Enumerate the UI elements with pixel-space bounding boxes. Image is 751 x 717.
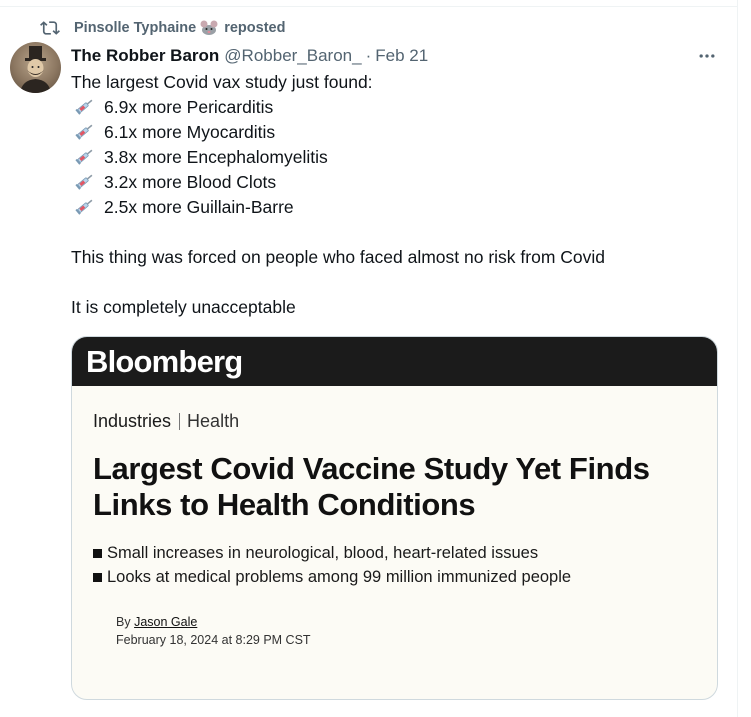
syringe-icon (74, 147, 96, 165)
separator-dot: · (365, 46, 372, 65)
article-headline: Largest Covid Vaccine Study Yet Finds Li… (93, 451, 713, 523)
repost-header: Pinsolle Typhaine reposted (40, 17, 285, 39)
tweet-text: The largest Covid vax study just found: … (71, 70, 711, 320)
finding-text: 3.2x more Blood Clots (104, 172, 277, 192)
repost-label: reposted (224, 20, 286, 36)
bullet-text: Small increases in neurological, blood, … (107, 544, 539, 562)
tweet-paragraph-3: It is completely unacceptable (71, 297, 296, 317)
finding-text: 6.1x more Myocarditis (104, 122, 276, 142)
finding-text: 6.9x more Pericarditis (104, 97, 274, 117)
finding-text: 3.8x more Encephalomyelitis (104, 147, 328, 167)
article-byline: By Jason Gale February 18, 2024 at 8:29 … (116, 613, 311, 649)
finding-text: 2.5x more Guillain-Barre (104, 197, 294, 217)
finding-item: 6.1x more Myocarditis (71, 120, 711, 145)
article-section: Industries Health (93, 411, 239, 432)
tweet[interactable]: Pinsolle Typhaine reposted The Robber Ba… (0, 0, 738, 717)
headline-line-2: Links to Health Conditions (93, 487, 476, 522)
article-bullet: Small increases in neurological, blood, … (93, 541, 571, 565)
display-name[interactable]: The Robber Baron (71, 46, 219, 66)
section-divider (179, 413, 181, 430)
tweet-paragraph-2: This thing was forced on people who face… (71, 247, 606, 267)
bullet-square-icon (93, 572, 102, 582)
byline-prefix: By (116, 615, 131, 629)
published-date: February 18, 2024 at 8:29 PM CST (116, 633, 311, 647)
section-label: Industries (93, 411, 172, 431)
repost-user-link[interactable]: Pinsolle Typhaine (74, 20, 196, 36)
link-preview-card[interactable]: Bloomberg Industries Health Largest Covi… (71, 336, 718, 700)
brand-bar: Bloomberg (72, 337, 717, 386)
avatar[interactable] (10, 42, 61, 93)
more-options-button[interactable] (694, 44, 720, 68)
tweet-date[interactable]: Feb 21 (375, 46, 428, 66)
tweet-header: The Robber Baron @Robber_Baron_ · Feb 21 (71, 44, 428, 68)
author-link[interactable]: Jason Gale (134, 615, 197, 629)
more-horizontal-icon (699, 54, 715, 58)
brand-logo: Bloomberg (86, 343, 243, 379)
article-bullet: Looks at medical problems among 99 milli… (93, 565, 571, 589)
syringe-icon (74, 197, 96, 215)
headline-line-1: Largest Covid Vaccine Study Yet Finds (93, 451, 650, 486)
finding-item: 2.5x more Guillain-Barre (71, 195, 711, 220)
bullet-text: Looks at medical problems among 99 milli… (107, 568, 572, 586)
finding-item: 3.8x more Encephalomyelitis (71, 145, 711, 170)
article-bullets: Small increases in neurological, blood, … (93, 541, 571, 589)
syringe-icon (74, 122, 96, 140)
finding-item: 6.9x more Pericarditis (71, 95, 711, 120)
bullet-square-icon (93, 548, 102, 558)
user-handle[interactable]: @Robber_Baron_ (224, 46, 361, 66)
rat-icon (198, 19, 220, 37)
repost-icon (40, 18, 60, 38)
syringe-icon (74, 97, 96, 115)
syringe-icon (74, 172, 96, 190)
subsection-label: Health (187, 411, 240, 431)
tweet-intro: The largest Covid vax study just found: (71, 72, 373, 92)
top-divider (0, 6, 738, 7)
findings-list: 6.9x more Pericarditis 6.1x more Myocardi… (71, 95, 711, 220)
finding-item: 3.2x more Blood Clots (71, 170, 711, 195)
